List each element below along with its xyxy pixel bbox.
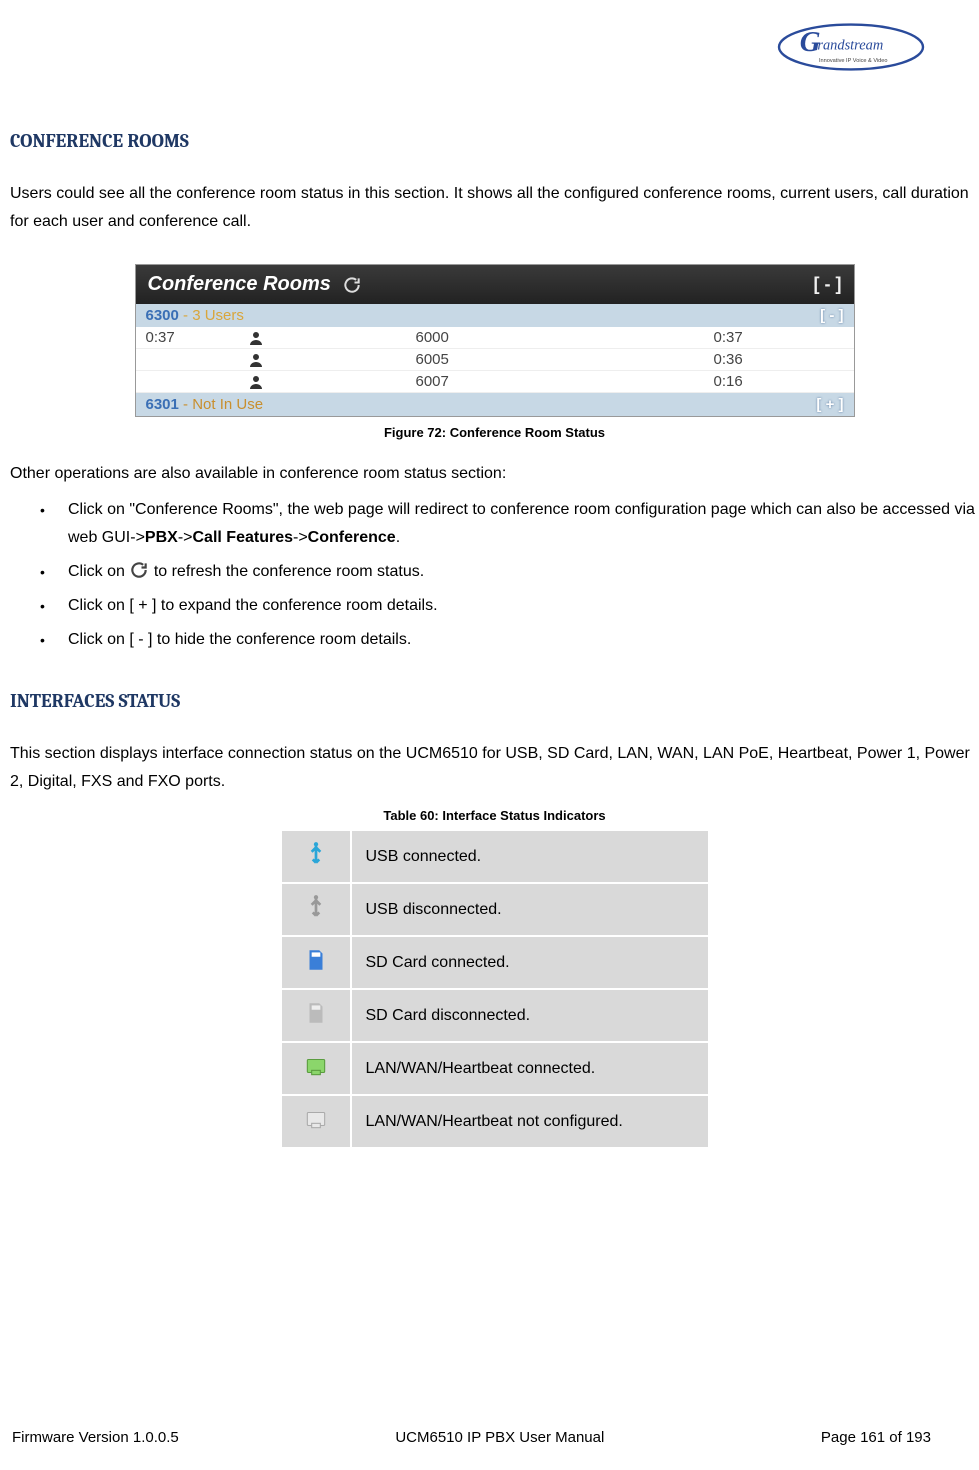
status-label: USB disconnected. [351,883,709,936]
sd-disconnected-icon [303,1000,329,1026]
heading-interfaces-status: INTERFACES STATUS [10,690,979,712]
bullet-item: Click on to refresh the conference room … [40,558,979,586]
refresh-icon [129,560,149,580]
room-id: 6301 [146,396,179,413]
footer-firmware: Firmware Version 1.0.0.5 [12,1429,179,1446]
row-dur: 0:36 [714,351,844,368]
figure-caption: Figure 72: Conference Room Status [384,425,605,440]
svg-text:randstream: randstream [817,37,883,53]
room-collapse-toggle[interactable]: [ - ] [820,307,843,324]
table-row: USB disconnected. [281,883,709,936]
table-caption: Table 60: Interface Status Indicators [383,808,605,823]
row-dur: 0:37 [714,329,844,346]
user-icon [226,352,286,368]
status-label: USB connected. [351,830,709,883]
status-label: SD Card disconnected. [351,989,709,1042]
row-duration: 0:37 [146,329,226,346]
user-icon [226,330,286,346]
lan-connected-icon [303,1053,329,1079]
sep: -> [293,529,308,546]
sd-connected-icon [303,947,329,973]
table-row: SD Card connected. [281,936,709,989]
room-sep: - [183,307,188,324]
conference-rooms-widget: Conference Rooms [ - ] 6300 - 3 Users [ … [135,264,855,417]
room-6301-header[interactable]: 6301 - Not In Use [ + ] [136,393,854,416]
bold-pbx: PBX [145,529,178,546]
page-footer: Firmware Version 1.0.0.5 UCM6510 IP PBX … [12,1429,931,1446]
row-ext: 6000 [286,329,714,346]
table-row: LAN/WAN/Heartbeat connected. [281,1042,709,1095]
sep: -> [178,529,193,546]
bullet-item: Click on [ + ] to expand the conference … [40,592,979,620]
refresh-icon[interactable] [341,274,363,296]
footer-doc-title: UCM6510 IP PBX User Manual [395,1429,604,1446]
table-row: SD Card disconnected. [281,989,709,1042]
room-user-row: 6005 0:36 [136,349,854,371]
table-row: LAN/WAN/Heartbeat not configured. [281,1095,709,1148]
row-ext: 6007 [286,373,714,390]
lan-not-configured-icon [303,1106,329,1132]
row-dur: 0:16 [714,373,844,390]
intro-paragraph: Users could see all the conference room … [10,180,979,236]
room-user-row: 0:37 6000 0:37 [136,327,854,349]
svg-text:Innovative IP Voice & Video: Innovative IP Voice & Video [819,58,888,64]
room-user-count: 3 Users [192,307,244,324]
interface-status-table: USB connected. USB disconnected. SD Card… [280,829,710,1149]
ops-intro: Other operations are also available in c… [10,460,979,488]
user-icon [226,374,286,390]
room-id: 6300 [146,307,179,324]
room-user-row: 6007 0:16 [136,371,854,393]
widget-titlebar[interactable]: Conference Rooms [ - ] [136,265,854,304]
room-expand-toggle[interactable]: [ + ] [816,396,843,413]
bold-call-features: Call Features [193,529,293,546]
room-sep: - [183,396,188,413]
status-label: SD Card connected. [351,936,709,989]
sep: . [396,529,400,546]
collapse-toggle[interactable]: [ - ] [814,274,842,295]
bullet-text: to refresh the conference room status. [154,563,424,580]
footer-page-number: Page 161 of 193 [821,1429,931,1446]
bold-conference: Conference [308,529,396,546]
usb-disconnected-icon [303,894,329,920]
bullet-item: Click on [ - ] to hide the conference ro… [40,626,979,654]
row-ext: 6005 [286,351,714,368]
bullet-text: Click on [68,563,129,580]
room-6300-header[interactable]: 6300 - 3 Users [ - ] [136,304,854,327]
room-status: Not In Use [192,396,263,413]
status-label: LAN/WAN/Heartbeat connected. [351,1042,709,1095]
status-label: LAN/WAN/Heartbeat not configured. [351,1095,709,1148]
widget-title: Conference Rooms [148,273,331,296]
table-row: USB connected. [281,830,709,883]
brand-logo: G randstream Innovative IP Voice & Video [771,18,931,76]
heading-conference-rooms: CONFERENCE ROOMS [10,130,979,152]
bullet-item: Click on "Conference Rooms", the web pag… [40,496,979,552]
usb-connected-icon [303,841,329,867]
interfaces-intro: This section displays interface connecti… [10,740,979,796]
